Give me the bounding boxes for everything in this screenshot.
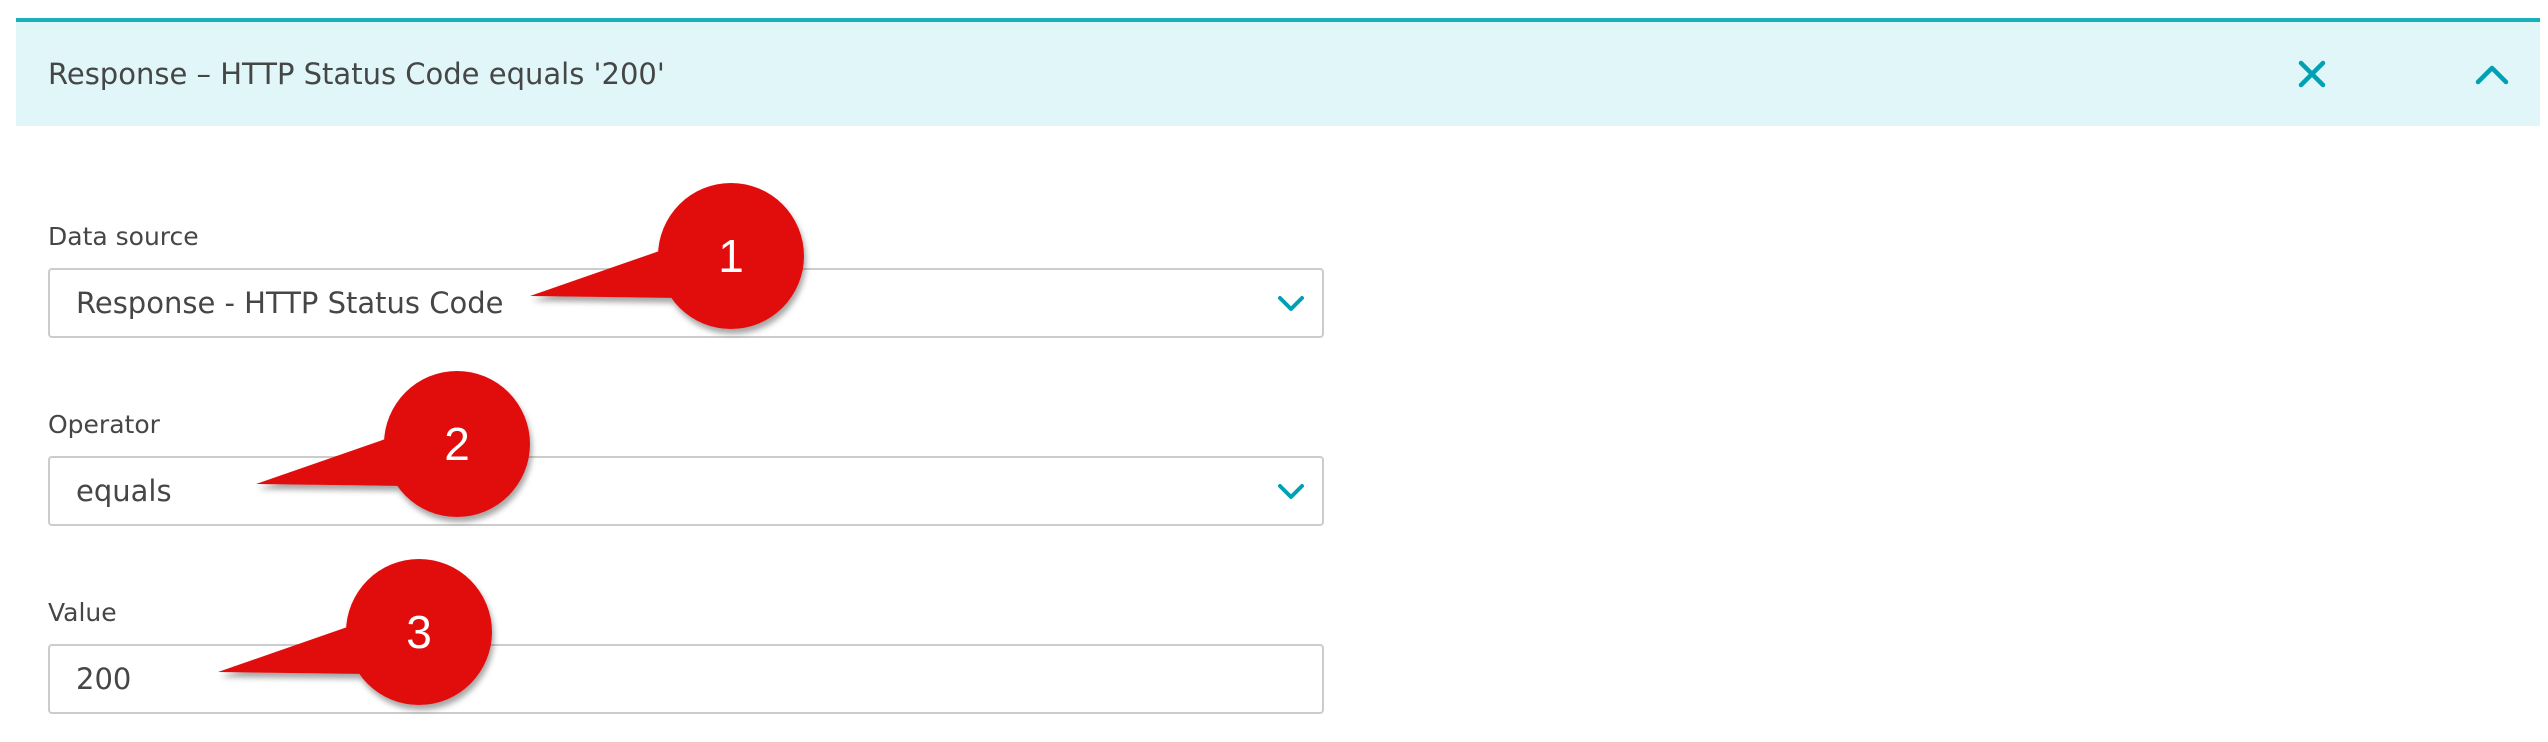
callout-number: 3	[406, 606, 432, 658]
callout-2: 2	[256, 371, 530, 517]
chevron-up-icon	[2475, 65, 2509, 85]
value-input-text: 200	[76, 662, 132, 696]
close-button[interactable]	[2286, 48, 2338, 100]
panel-title: Response – HTTP Status Code equals '200'	[48, 57, 665, 91]
condition-panel-header[interactable]: Response – HTTP Status Code equals '200'	[16, 18, 2540, 126]
chevron-down-icon	[1278, 484, 1304, 499]
operator-select[interactable]: equals	[48, 456, 1324, 526]
callout-number: 1	[718, 230, 744, 282]
chevron-down-icon	[1278, 296, 1304, 311]
data-source-value: Response - HTTP Status Code	[76, 286, 504, 320]
collapse-button[interactable]	[2466, 48, 2518, 100]
callout-1: 1	[530, 183, 804, 329]
data-source-label: Data source	[48, 222, 199, 251]
close-icon	[2298, 60, 2326, 88]
callout-3: 3	[218, 559, 492, 705]
operator-label: Operator	[48, 410, 160, 439]
operator-value: equals	[76, 474, 172, 508]
value-label: Value	[48, 598, 117, 627]
callout-number: 2	[444, 418, 470, 470]
